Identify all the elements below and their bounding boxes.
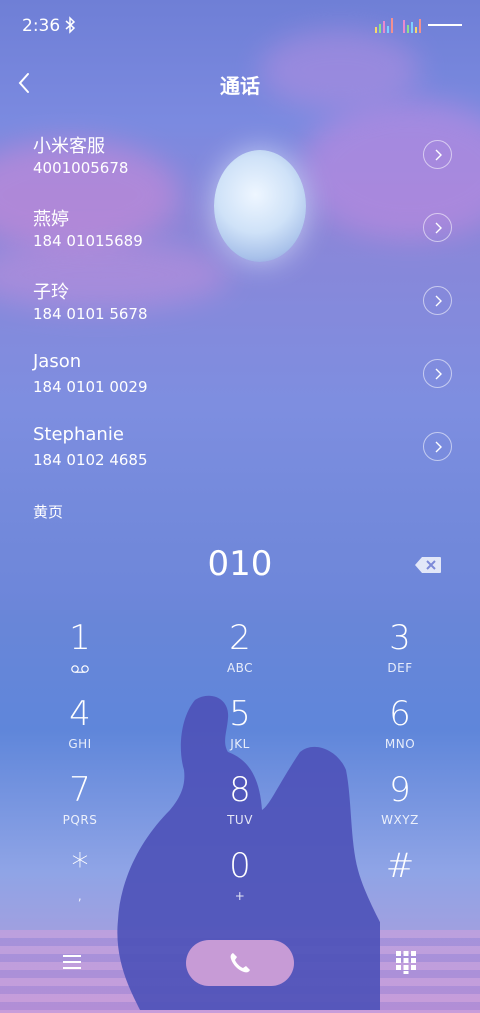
contact-name: 子玲 — [33, 282, 69, 303]
contact-name: 燕婷 — [33, 209, 69, 230]
contact-detail-button[interactable] — [423, 140, 452, 169]
key-digit: 2 — [229, 618, 251, 658]
key-digit: 5 — [229, 694, 251, 734]
key-letters: WXYZ — [381, 813, 419, 827]
menu-icon — [63, 955, 81, 969]
key-digit: 7 — [69, 770, 91, 810]
key-letters: GHI — [68, 737, 92, 751]
contact-number: 184 01015689 — [33, 232, 143, 250]
key-digit: 0 — [229, 846, 251, 886]
contact-number: 184 0101 0029 — [33, 378, 148, 396]
menu-button[interactable] — [60, 951, 86, 973]
key-4[interactable]: 4 GHI — [0, 694, 160, 770]
key-9[interactable]: 9 WXYZ — [320, 770, 480, 846]
contact-detail-button[interactable] — [423, 432, 452, 461]
bluetooth-icon — [65, 16, 76, 34]
list-item[interactable]: 小米客服 4001005678 — [0, 118, 480, 191]
chevron-right-icon — [435, 222, 442, 234]
chevron-right-icon — [435, 441, 442, 453]
key-digit: 9 — [389, 770, 411, 810]
key-star[interactable]: * , — [0, 846, 160, 922]
key-letters: PQRS — [62, 813, 98, 827]
key-letters: MNO — [384, 737, 416, 751]
key-digit: # — [385, 846, 415, 886]
contact-detail-button[interactable] — [423, 359, 452, 388]
key-8[interactable]: 8 TUV — [160, 770, 320, 846]
key-letters: ABC — [226, 661, 254, 675]
contact-number: 4001005678 — [33, 159, 129, 177]
contact-detail-button[interactable] — [423, 213, 452, 242]
key-digit: 6 — [389, 694, 411, 734]
key-letters: DEF — [387, 661, 413, 675]
key-5[interactable]: 5 JKL — [160, 694, 320, 770]
key-7[interactable]: 7 PQRS — [0, 770, 160, 846]
key-digit: 1 — [69, 618, 91, 658]
phone-icon — [230, 953, 250, 973]
contact-number: 184 0101 5678 — [33, 305, 148, 323]
dialed-number: 010 — [207, 544, 273, 584]
chevron-right-icon — [435, 295, 442, 307]
contact-list: 小米客服 4001005678 燕婷 184 01015689 子玲 184 0… — [0, 118, 480, 483]
chevron-right-icon — [435, 368, 442, 380]
page-title: 通话 — [220, 74, 260, 98]
backspace-icon — [415, 557, 441, 573]
yellow-pages-header[interactable]: 黄页 — [33, 501, 63, 522]
call-button[interactable] — [186, 940, 294, 986]
list-item[interactable]: Stephanie 184 0102 4685 — [0, 410, 480, 483]
key-digit: 4 — [69, 694, 91, 734]
contact-number: 184 0102 4685 — [33, 451, 148, 469]
key-letters: TUV — [227, 813, 253, 827]
key-digit: 8 — [229, 770, 251, 810]
key-6[interactable]: 6 MNO — [320, 694, 480, 770]
voicemail-icon — [71, 665, 89, 673]
key-3[interactable]: 3 DEF — [320, 618, 480, 694]
key-hash[interactable]: # — [320, 846, 480, 922]
key-digit: * — [71, 846, 89, 886]
contact-detail-button[interactable] — [423, 286, 452, 315]
status-bar: 2:36 — [0, 0, 480, 52]
backspace-button[interactable] — [414, 556, 442, 574]
list-item[interactable]: Jason 184 0101 0029 — [0, 337, 480, 410]
status-time: 2:36 — [22, 16, 61, 36]
key-0[interactable]: 0 + — [160, 846, 320, 922]
bottom-bar — [0, 935, 480, 995]
dialpad-icon — [396, 951, 416, 974]
key-1[interactable]: 1 — [0, 618, 160, 694]
key-digit: 3 — [389, 618, 411, 658]
signal-icon — [403, 19, 421, 33]
list-item[interactable]: 燕婷 184 01015689 — [0, 191, 480, 264]
battery-icon — [428, 24, 462, 26]
dial-display: 010 — [0, 520, 480, 610]
contact-name: 小米客服 — [33, 136, 105, 157]
key-letters: , — [77, 889, 83, 903]
key-letters: + — [234, 889, 246, 903]
signal-icon — [375, 18, 393, 33]
contact-name: Stephanie — [33, 424, 124, 445]
key-2[interactable]: 2 ABC — [160, 618, 320, 694]
key-letters: JKL — [230, 737, 250, 751]
chevron-right-icon — [435, 149, 442, 161]
title-bar: 通话 — [0, 58, 480, 110]
dialpad-toggle-button[interactable] — [394, 949, 418, 975]
list-item[interactable]: 子玲 184 0101 5678 — [0, 264, 480, 337]
contact-name: Jason — [33, 351, 82, 372]
